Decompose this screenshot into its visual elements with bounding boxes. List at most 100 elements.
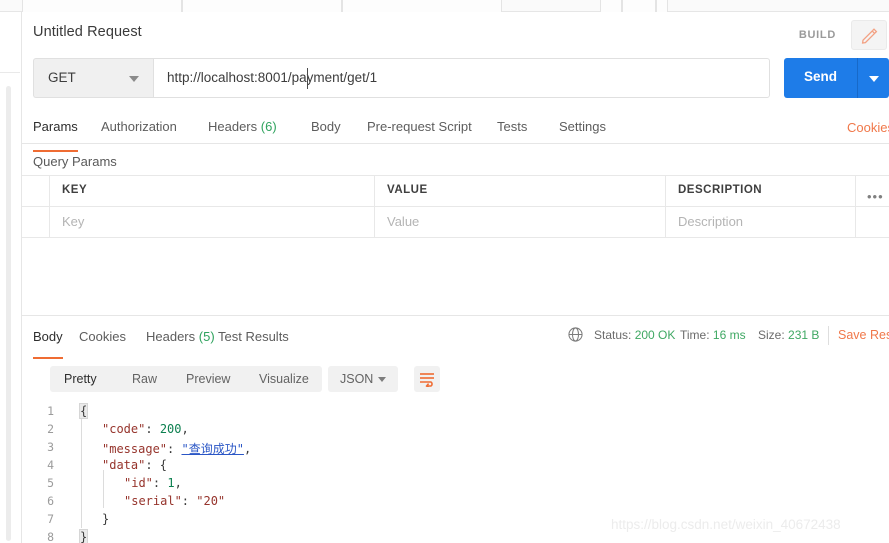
json-punct: :	[167, 442, 182, 456]
word-wrap-icon	[420, 373, 434, 387]
response-tab-headers[interactable]: Headers (5)	[146, 329, 215, 357]
response-tab-test-results[interactable]: Test Results	[218, 329, 289, 357]
json-punct: :	[152, 476, 168, 490]
code-line: 1 {	[22, 402, 889, 420]
tab-count-badge: (5)	[198, 329, 215, 344]
tab-strip-segment[interactable]	[656, 0, 668, 12]
format-visualize[interactable]: Visualize	[259, 372, 309, 386]
tab-strip-segment[interactable]	[622, 0, 656, 12]
language-select[interactable]: JSON	[328, 366, 398, 392]
format-raw[interactable]: Raw	[132, 372, 157, 386]
tab-label: Headers	[208, 119, 258, 134]
tab-label: Pre-request Script	[367, 119, 472, 134]
json-number: 200	[159, 422, 182, 436]
word-wrap-button[interactable]	[414, 366, 440, 392]
active-tab-underline	[33, 150, 78, 152]
json-punct: : {	[145, 458, 168, 472]
tab-params[interactable]: Params	[33, 119, 78, 152]
json-string: "20"	[196, 494, 226, 508]
json-key: "code"	[102, 422, 146, 436]
status-value: 200 OK	[634, 328, 676, 342]
status-label: Status:	[594, 328, 632, 342]
request-pane: Untitled Request BUILD GET http://localh…	[22, 12, 889, 315]
url-bar: GET http://localhost:8001/payment/get/1 …	[33, 58, 889, 98]
description-placeholder: Description	[678, 214, 744, 229]
tab-settings[interactable]: Settings	[559, 119, 606, 151]
tab-label: Body	[311, 119, 341, 134]
http-method-select[interactable]: GET	[33, 58, 153, 98]
response-tab-body[interactable]: Body	[33, 329, 63, 359]
value-input[interactable]: Value	[375, 207, 666, 237]
json-key: "message"	[102, 442, 168, 456]
url-input-value: http://localhost:8001/payment/get/1	[167, 70, 378, 85]
cookies-link[interactable]: Cookies	[847, 120, 889, 135]
tab-strip-segment[interactable]	[342, 0, 502, 12]
code-token: {	[78, 403, 89, 419]
tab-label: Test Results	[218, 329, 289, 344]
sidebar-rail	[0, 12, 22, 543]
edit-request-button[interactable]	[851, 20, 887, 50]
tab-authorization[interactable]: Authorization	[101, 119, 177, 151]
request-tabs: Params Authorization Headers (6) Body Pr…	[22, 112, 889, 152]
column-description: DESCRIPTION	[666, 176, 856, 206]
tab-strip-segment[interactable]	[182, 0, 342, 12]
tab-pre-request-script[interactable]: Pre-request Script	[367, 119, 472, 151]
format-preview[interactable]: Preview	[186, 372, 230, 386]
line-number: 2	[47, 422, 54, 436]
line-number: 4	[47, 458, 54, 472]
tab-strip-segment[interactable]	[22, 0, 182, 12]
key-placeholder: Key	[62, 214, 85, 229]
line-number: 6	[47, 494, 54, 508]
tab-strip-segment[interactable]	[600, 0, 622, 12]
send-button[interactable]: Send	[784, 58, 857, 98]
json-key: "id"	[124, 476, 153, 490]
tab-label: Cookies	[79, 329, 126, 344]
line-number: 5	[47, 476, 54, 490]
format-pretty[interactable]: Pretty	[64, 372, 97, 386]
status-badge: Status: 200 OK	[594, 328, 675, 346]
sidebar-scrollbar[interactable]	[6, 86, 11, 541]
globe-icon	[568, 327, 583, 342]
send-options-button[interactable]	[857, 58, 889, 98]
tab-label: Authorization	[101, 119, 177, 134]
url-input[interactable]: http://localhost:8001/payment/get/1	[153, 58, 770, 98]
chevron-down-icon	[129, 76, 139, 82]
code-content: "serial": "20"	[124, 494, 225, 508]
chevron-down-icon	[378, 377, 386, 382]
json-number: 1	[167, 476, 175, 490]
key-input[interactable]: Key	[50, 207, 375, 237]
build-label: BUILD	[798, 29, 836, 41]
column-key: KEY	[50, 176, 375, 206]
tab-label: Tests	[497, 119, 528, 134]
row-checkbox-cell[interactable]	[22, 207, 50, 237]
json-punct: :	[181, 494, 197, 508]
size-value: 231 B	[788, 328, 820, 342]
select-all-cell[interactable]	[22, 176, 50, 206]
size-label: Size:	[758, 328, 785, 342]
code-token: }	[78, 529, 89, 543]
code-line: 4 "data": {	[22, 456, 889, 474]
active-tab-underline	[33, 357, 63, 359]
tab-label: Settings	[559, 119, 606, 134]
save-response-link[interactable]: Save Response	[838, 328, 889, 342]
code-line: 5 "id": 1,	[22, 474, 889, 492]
pencil-icon	[861, 28, 878, 44]
response-tab-cookies[interactable]: Cookies	[79, 329, 126, 357]
chevron-down-icon	[869, 76, 879, 82]
tab-count-badge: (6)	[260, 119, 277, 134]
json-string[interactable]: "查询成功"	[181, 442, 243, 456]
time-badge: Time: 16 ms	[680, 328, 746, 346]
tab-headers[interactable]: Headers (6)	[208, 119, 277, 151]
response-pane: Body Cookies Headers (5) Test Results St…	[22, 315, 889, 543]
json-key: "serial"	[124, 494, 182, 508]
table-row: Key Value Description	[22, 207, 889, 238]
code-content: "id": 1,	[124, 476, 182, 490]
ellipsis-icon[interactable]: •••	[867, 189, 884, 204]
tab-body[interactable]: Body	[311, 119, 341, 151]
tab-tests[interactable]: Tests	[497, 119, 527, 151]
description-input[interactable]: Description	[666, 207, 856, 237]
table-header-row: KEY VALUE DESCRIPTION ••• Bulk Edit	[22, 176, 889, 207]
code-line: 3 "message": "查询成功",	[22, 438, 889, 456]
column-header-label: KEY	[62, 184, 88, 196]
line-number: 1	[47, 404, 54, 418]
